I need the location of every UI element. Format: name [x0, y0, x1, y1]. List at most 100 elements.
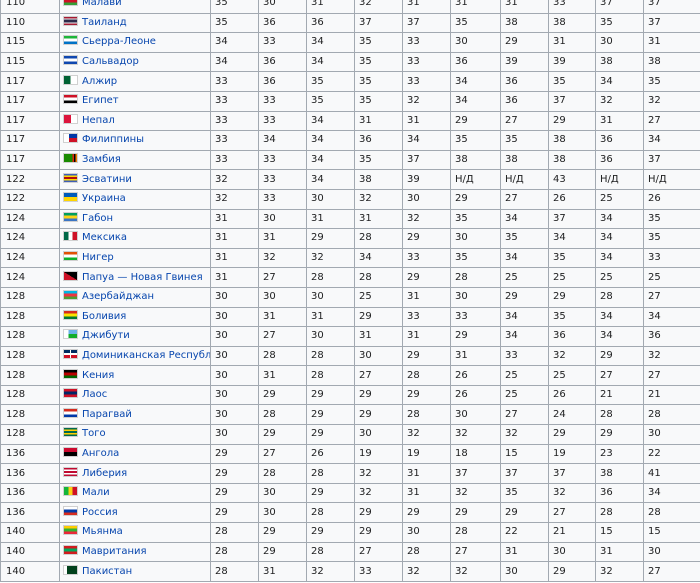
country-link[interactable]: Нигер [82, 252, 114, 263]
score-cell: 36 [306, 12, 355, 34]
country-link[interactable]: Того [82, 428, 106, 439]
country-link[interactable]: Доминиканская Республика [82, 350, 210, 361]
country-link[interactable]: Кения [82, 370, 114, 381]
rank-cell: 136 [0, 502, 60, 524]
country-link[interactable]: Ангола [82, 448, 119, 459]
score-cell: 26 [548, 384, 596, 406]
score-cell: 32 [450, 482, 501, 504]
rank-cell: 124 [0, 228, 60, 249]
rank-cell: 128 [0, 384, 60, 406]
score-cell: 34 [595, 247, 644, 269]
score-cell: 18 [450, 443, 501, 465]
score-cell: 25 [500, 384, 549, 406]
table-row: 117 Филиппины 33 34 34 36 34 35 35 38 36 34 [0, 130, 700, 151]
score-cell: 36 [643, 326, 700, 347]
score-cell: 31 [643, 32, 700, 53]
score-cell: 28 [354, 267, 403, 288]
table-row: 128 Кения 30 31 28 27 28 26 25 25 27 27 [0, 365, 700, 386]
country-link[interactable]: Лаос [82, 389, 107, 400]
country-link[interactable]: Непал [82, 115, 115, 126]
score-cell: 35 [548, 71, 596, 92]
liberia-flag-icon [63, 466, 78, 477]
country-cell: Кения [59, 365, 211, 386]
country-link[interactable]: Джибути [82, 330, 130, 341]
score-cell: 19 [354, 443, 403, 465]
score-cell: 29 [258, 424, 307, 445]
laos-flag-icon [63, 388, 78, 399]
score-cell: 28 [643, 502, 700, 524]
country-cell: Сальвадор [59, 51, 211, 73]
country-link[interactable]: Габон [82, 213, 113, 224]
score-cell: 28 [306, 345, 355, 367]
country-link[interactable]: Мавритания [82, 546, 147, 557]
table-row: 128 Азербайджан 30 30 30 25 31 30 29 29 28 27 [0, 286, 700, 308]
philippines-flag-icon [63, 133, 78, 144]
score-cell: 29 [595, 424, 644, 445]
score-cell: 31 [500, 541, 549, 563]
mali-flag-icon [63, 486, 78, 497]
rank-cell: 117 [0, 130, 60, 151]
country-link[interactable]: Мьянма [82, 526, 123, 537]
country-link[interactable]: Малави [82, 0, 122, 8]
score-cell: 29 [548, 561, 596, 582]
score-cell: 15 [643, 522, 700, 543]
country-link[interactable]: Украина [82, 193, 126, 204]
country-link[interactable]: Парагвай [82, 409, 132, 420]
country-cell: Нигер [59, 247, 211, 269]
score-cell: 32 [306, 247, 355, 269]
score-cell: 34 [643, 130, 700, 151]
corruption-index-table: 110 Малави 35 30 31 32 31 31 31 33 37 37 110 Таиланд 3… [0, 0, 700, 582]
table-row: 136 Мали 29 30 29 32 31 32 35 32 36 34 [0, 482, 700, 504]
country-link[interactable]: Мексика [82, 232, 127, 243]
score-cell: 32 [402, 561, 451, 582]
country-link[interactable]: Либерия [82, 468, 127, 479]
country-link[interactable]: Россия [82, 507, 118, 518]
score-cell: 30 [210, 286, 259, 308]
score-cell: 32 [354, 482, 403, 504]
score-cell: 34 [306, 51, 355, 73]
score-cell: 30 [354, 424, 403, 445]
togo-flag-icon [63, 427, 78, 438]
score-cell: 28 [306, 365, 355, 386]
score-cell: 28 [402, 365, 451, 386]
country-cell: Россия [59, 502, 211, 524]
score-cell: 25 [354, 286, 403, 308]
score-cell: 31 [402, 0, 451, 14]
score-cell: 29 [306, 522, 355, 543]
table-row: 136 Россия 29 30 28 29 29 29 29 27 28 28 [0, 502, 700, 524]
rank-cell: 136 [0, 463, 60, 484]
score-cell: 34 [500, 326, 549, 347]
table-row: 140 Пакистан 28 31 32 33 32 32 30 29 32 27 [0, 561, 700, 582]
country-link[interactable]: Мали [82, 487, 110, 498]
score-cell: 35 [643, 71, 700, 92]
score-cell: 35 [354, 32, 403, 53]
country-cell: Мексика [59, 228, 211, 249]
country-cell: Парагвай [59, 404, 211, 426]
country-cell: Украина [59, 188, 211, 210]
country-link[interactable]: Таиланд [82, 17, 127, 28]
score-cell: 22 [643, 443, 700, 465]
country-link[interactable]: Филиппины [82, 134, 144, 145]
country-link[interactable]: Эсватини [82, 174, 132, 185]
score-cell: 25 [548, 365, 596, 386]
score-cell: 34 [643, 306, 700, 328]
country-link[interactable]: Боливия [82, 311, 126, 322]
score-cell: 31 [258, 561, 307, 582]
score-cell: 32 [548, 482, 596, 504]
score-cell: 32 [354, 0, 403, 14]
country-link[interactable]: Египет [82, 95, 119, 106]
country-link[interactable]: Папуа — Новая Гвинея [82, 272, 203, 283]
country-link[interactable]: Сьерра-Леоне [82, 36, 156, 47]
country-link[interactable]: Алжир [82, 76, 117, 87]
score-cell: 37 [500, 463, 549, 484]
egypt-flag-icon [63, 94, 78, 105]
score-cell: 29 [306, 482, 355, 504]
country-link[interactable]: Пакистан [82, 566, 132, 577]
country-link[interactable]: Замбия [82, 154, 121, 165]
rank-cell: 124 [0, 208, 60, 230]
score-cell: 28 [306, 541, 355, 563]
country-link[interactable]: Сальвадор [82, 56, 139, 67]
russia-flag-icon [63, 505, 78, 516]
country-link[interactable]: Азербайджан [82, 291, 154, 302]
score-cell: 30 [210, 384, 259, 406]
